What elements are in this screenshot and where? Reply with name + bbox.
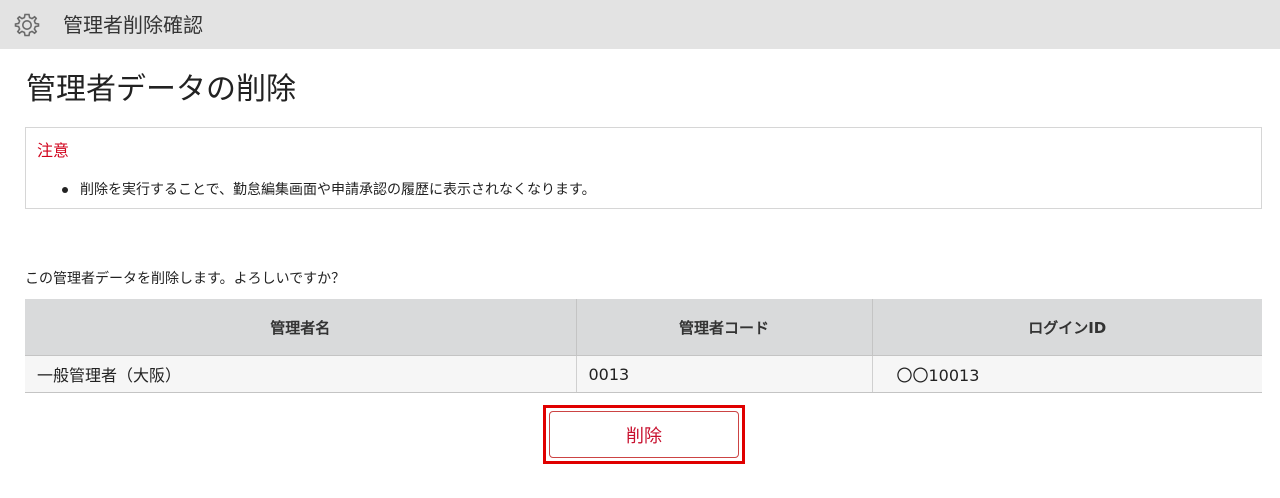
notice-item: 削除を実行することで、勤怠編集画面や申請承認の履歴に表示されなくなります。 — [62, 181, 596, 199]
page-title: 管理者データの削除 — [26, 72, 296, 107]
confirm-message: この管理者データを削除します。よろしいですか？ — [25, 271, 346, 287]
notice-item-text: 削除を実行することで、勤怠編集画面や申請承認の履歴に表示されなくなります。 — [80, 182, 596, 198]
page-header: 管理者削除確認 — [0, 0, 1280, 49]
header-title: 管理者削除確認 — [63, 13, 203, 37]
column-header-admin-name: 管理者名 — [25, 299, 577, 356]
cell-admin-code: 0013 — [576, 355, 873, 393]
column-header-admin-code: 管理者コード — [576, 299, 873, 356]
notice-title: 注意 — [37, 141, 70, 160]
table-header-row: 管理者名 管理者コード ログインID — [25, 299, 1262, 356]
gear-icon[interactable] — [14, 12, 40, 38]
delete-button[interactable]: 削除 — [549, 411, 739, 458]
notice-box: 注意 削除を実行することで、勤怠編集画面や申請承認の履歴に表示されなくなります。 — [25, 127, 1262, 209]
delete-button-highlight: 削除 — [543, 405, 745, 464]
column-header-login-id: ログインID — [872, 299, 1262, 356]
cell-admin-name: 一般管理者（大阪） — [25, 355, 577, 393]
cell-login-id: 〇〇10013 — [872, 355, 1262, 393]
table-row: 一般管理者（大阪） 0013 〇〇10013 — [25, 355, 1262, 393]
notice-list: 削除を実行することで、勤怠編集画面や申請承認の履歴に表示されなくなります。 — [62, 181, 596, 199]
bullet-icon — [62, 187, 68, 193]
admin-table: 管理者名 管理者コード ログインID 一般管理者（大阪） 0013 〇〇1001… — [25, 299, 1262, 393]
